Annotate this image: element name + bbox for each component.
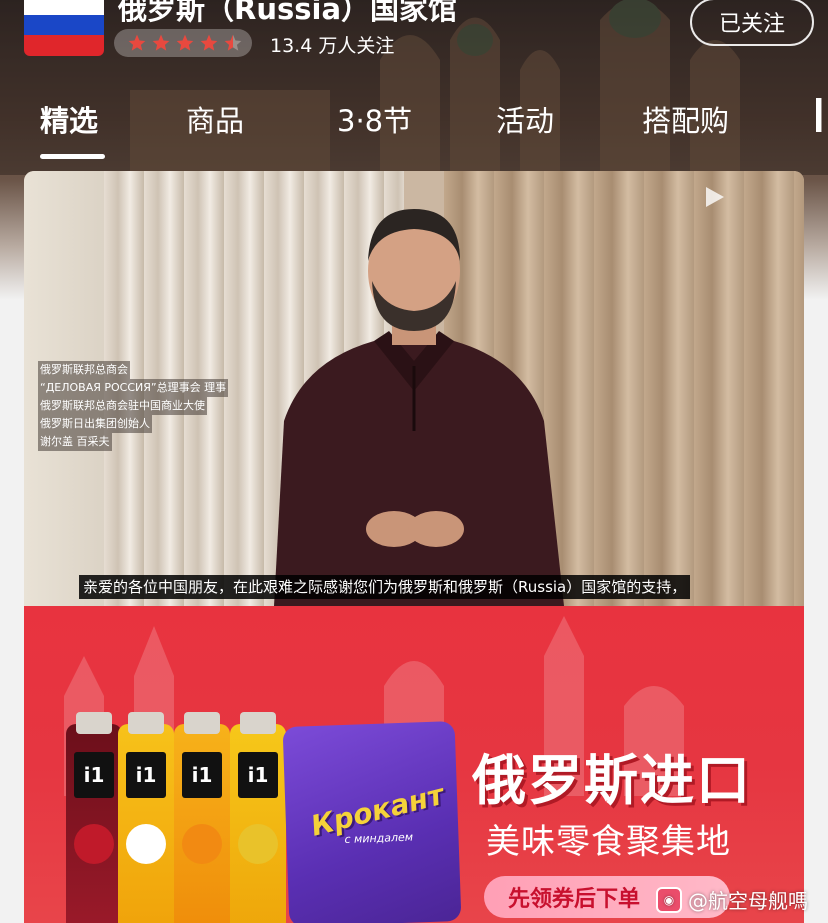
caption-line: 谢尔盖 百采夫 xyxy=(38,433,112,451)
caption-line: 俄罗斯联邦总商会 xyxy=(38,361,130,379)
caption-line: 俄罗斯联邦总商会驻中国商业大使 xyxy=(38,397,207,415)
active-tab-indicator xyxy=(40,154,105,159)
russia-flag-icon xyxy=(24,0,104,56)
candy-bag: Крокант с миндалем xyxy=(282,721,462,923)
speaker-caption: 俄罗斯联邦总商会 “ДЕЛОВАЯ РОССИЯ”总理事会 理事 俄罗斯联邦总商… xyxy=(38,361,229,451)
juice-bottle-orange: i1 xyxy=(174,712,230,923)
tab-featured[interactable]: 精选 xyxy=(40,98,98,140)
banner-subtitle: 美味零食聚集地 xyxy=(486,822,731,862)
caption-line: 俄罗斯日出集团创始人 xyxy=(38,415,152,433)
store-name[interactable]: 俄罗斯（Russia）国家馆 xyxy=(118,0,457,28)
caption-line: “ДЕЛОВАЯ РОССИЯ”总理事会 理事 xyxy=(38,379,229,397)
tab-products[interactable]: 商品 xyxy=(186,98,244,140)
weibo-logo-icon: ◉ xyxy=(656,886,682,913)
store-video[interactable]: 俄罗斯联邦总商会 “ДЕЛОВАЯ РОССИЯ”总理事会 理事 俄罗斯联邦总商… xyxy=(24,171,804,606)
juice-bottle-apple: i1 xyxy=(118,712,174,923)
juice-bottle-cherry: i1 xyxy=(66,712,122,923)
tab-bundles[interactable]: 搭配购 xyxy=(642,98,729,140)
video-subtitle: 亲爱的各位中国朋友，在此艰难之际感谢您们为俄罗斯和俄罗斯（Russia）国家馆的… xyxy=(79,575,691,599)
follow-button[interactable]: 已关注 xyxy=(690,0,814,46)
store-tabs: 精选 商品 3·8节 活动 搭配购 ▎ xyxy=(0,98,828,159)
half-star-icon xyxy=(224,34,242,51)
speaker-figure xyxy=(274,209,564,606)
play-icon[interactable] xyxy=(704,185,726,209)
star-icon xyxy=(152,34,170,51)
candy-subtitle: с миндалем xyxy=(344,830,414,846)
juice-bottle-mango: i1 xyxy=(230,712,286,923)
follower-count: 13.4 万人关注 xyxy=(270,35,395,57)
tab-overflow[interactable]: ▎ xyxy=(816,98,828,132)
banner-title: 俄罗斯进口 xyxy=(472,749,752,812)
star-icon xyxy=(200,34,218,51)
star-icon xyxy=(128,34,146,51)
tab-activities[interactable]: 活动 xyxy=(496,98,554,140)
star-icon xyxy=(176,34,194,51)
tab-womens-day[interactable]: 3·8节 xyxy=(337,98,412,140)
store-rating xyxy=(114,29,252,57)
promo-banner[interactable]: i1 i1 i1 i1 Крокант с миндалем 俄罗斯进口 美味零… xyxy=(24,606,804,923)
watermark: ◉ @航空母舰嗎 xyxy=(656,885,808,914)
watermark-text: @航空母舰嗎 xyxy=(688,889,808,913)
